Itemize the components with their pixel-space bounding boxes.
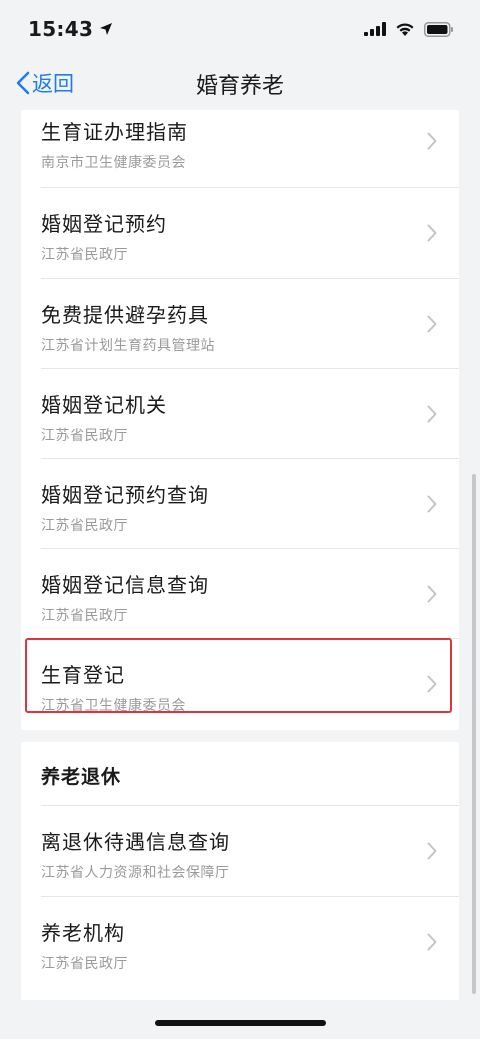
item-subtitle: 江苏省民政厅 xyxy=(41,608,128,624)
item-title: 养老机构 xyxy=(41,921,125,945)
list-item-marriage-appointment[interactable]: 婚姻登记预约 江苏省民政厅 xyxy=(21,188,459,278)
list-item-appointment-query[interactable]: 婚姻登记预约查询 江苏省民政厅 xyxy=(21,459,459,549)
item-title: 婚姻登记信息查询 xyxy=(41,573,209,597)
item-subtitle: 南京市卫生健康委员会 xyxy=(41,155,186,171)
chevron-right-icon xyxy=(427,132,437,150)
back-button[interactable]: 返回 xyxy=(16,68,74,98)
home-indicator[interactable] xyxy=(155,1020,326,1026)
list-item-free-contraceptives[interactable]: 免费提供避孕药具 江苏省计划生育药具管理站 xyxy=(21,279,459,369)
list-item-marriage-registry-office[interactable]: 婚姻登记机关 江苏省民政厅 xyxy=(21,369,459,459)
chevron-left-icon xyxy=(16,71,30,95)
page-title: 婚育养老 xyxy=(195,74,284,99)
item-title: 生育登记 xyxy=(41,663,125,687)
status-bar: 15:43 xyxy=(0,0,480,58)
battery-icon xyxy=(424,21,453,37)
item-subtitle: 江苏省民政厅 xyxy=(41,428,128,444)
item-title: 婚姻登记预约查询 xyxy=(41,483,209,507)
scrollbar[interactable] xyxy=(472,474,476,994)
list-item-elderly-care-institutions[interactable]: 养老机构 江苏省民政厅 xyxy=(21,897,459,987)
location-arrow-icon xyxy=(100,23,113,35)
service-list[interactable]: 生育证办理指南 南京市卫生健康委员会 婚姻登记预约 江苏省民政厅 免费提供避孕药… xyxy=(0,110,480,1039)
item-title: 婚姻登记机关 xyxy=(41,393,167,417)
chevron-right-icon xyxy=(427,495,437,513)
chevron-right-icon xyxy=(427,315,437,333)
item-title: 生育证办理指南 xyxy=(41,120,188,144)
chevron-right-icon xyxy=(427,675,437,693)
item-subtitle: 江苏省民政厅 xyxy=(41,247,128,263)
nav-bar: 返回 婚育养老 xyxy=(0,58,480,110)
item-subtitle: 江苏省民政厅 xyxy=(41,956,128,972)
cellular-signal-icon xyxy=(364,22,386,36)
section-header-retirement: 养老退休 xyxy=(41,766,122,788)
item-title: 离退休待遇信息查询 xyxy=(41,830,230,854)
item-subtitle: 江苏省卫生健康委员会 xyxy=(41,698,186,714)
time-text: 15:43 xyxy=(28,17,94,41)
chevron-right-icon xyxy=(427,405,437,423)
item-subtitle: 江苏省人力资源和社会保障厅 xyxy=(41,865,230,881)
list-item-retirement-benefits-query[interactable]: 离退休待遇信息查询 江苏省人力资源和社会保障厅 xyxy=(21,806,459,896)
item-subtitle: 江苏省民政厅 xyxy=(41,518,128,534)
status-time: 15:43 xyxy=(28,17,113,41)
list-item-marriage-info-query[interactable]: 婚姻登记信息查询 江苏省民政厅 xyxy=(21,549,459,639)
item-title: 婚姻登记预约 xyxy=(41,212,167,236)
item-subtitle: 江苏省计划生育药具管理站 xyxy=(41,338,215,354)
wifi-icon xyxy=(396,22,414,36)
list-item-birth-registration[interactable]: 生育登记 江苏省卫生健康委员会 xyxy=(21,639,459,729)
chevron-right-icon xyxy=(427,585,437,603)
item-title: 免费提供避孕药具 xyxy=(41,303,209,327)
chevron-right-icon xyxy=(427,842,437,860)
retirement-card: 养老退休 离退休待遇信息查询 江苏省人力资源和社会保障厅 养老机构 江苏省民政厅 xyxy=(21,742,459,1000)
chevron-right-icon xyxy=(427,933,437,951)
list-item-birth-permit-guide[interactable]: 生育证办理指南 南京市卫生健康委员会 xyxy=(21,110,459,192)
status-icons xyxy=(364,21,454,37)
back-label: 返回 xyxy=(32,72,74,96)
chevron-right-icon xyxy=(427,224,437,242)
marriage-birth-card: 生育证办理指南 南京市卫生健康委员会 婚姻登记预约 江苏省民政厅 免费提供避孕药… xyxy=(21,110,459,730)
